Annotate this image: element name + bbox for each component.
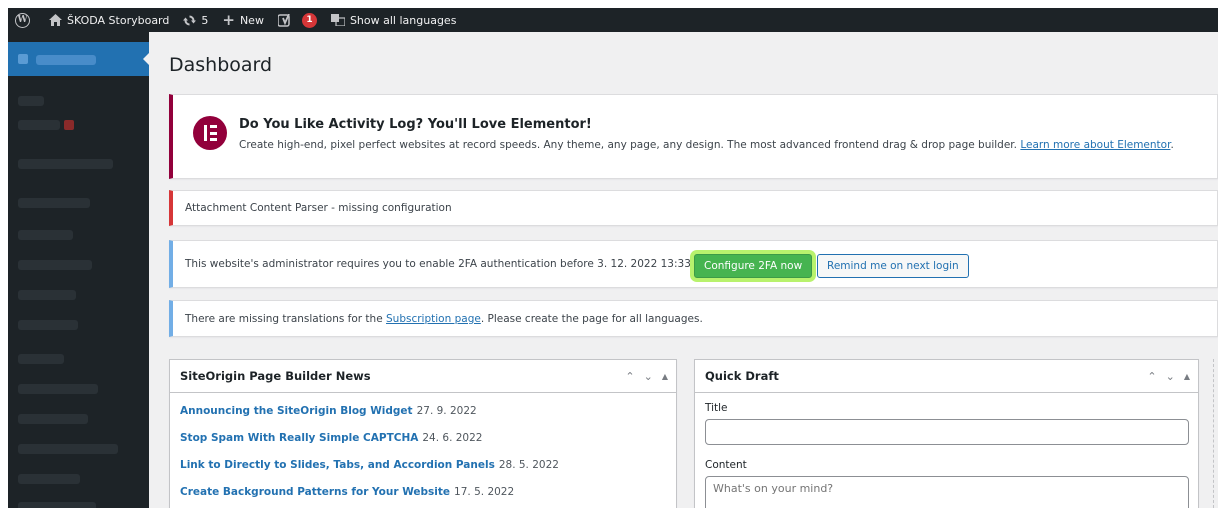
sidebar-item-9[interactable] [18,354,64,364]
move-up-icon[interactable]: ⌃ [625,370,634,383]
site-name: ŠKODA Storyboard [67,13,170,27]
news-item-link[interactable]: Link to Directly to Slides, Tabs, and Ac… [180,459,495,471]
admin-bar: W ŠKODA Storyboard 5 + New 1 Show all la… [8,8,1218,32]
draft-title-input[interactable] [705,419,1189,445]
draft-title-label: Title [705,402,728,414]
subscription-page-link[interactable]: Subscription page [386,313,481,325]
widget-header: SiteOrigin Page Builder News ⌃ ⌄ ▲ [170,360,676,393]
news-item: Announcing the SiteOrigin Blog Widget 27.… [180,405,477,417]
move-down-icon[interactable]: ⌄ [644,370,653,383]
site-name-link[interactable]: ŠKODA Storyboard [42,8,176,32]
sidebar-item-12[interactable] [18,444,118,454]
sortable-column-edge [1213,359,1214,508]
browser-viewport: W ŠKODA Storyboard 5 + New 1 Show all la… [8,8,1218,508]
admin-sidebar [8,32,150,508]
elementor-notice-body: Create high-end, pixel perfect websites … [239,139,1017,151]
sidebar-item-6[interactable] [18,260,92,270]
elementor-logo-icon [193,116,227,150]
yoast-notification-badge: 1 [301,12,317,28]
quick-draft-widget: Quick Draft ⌃ ⌄ ▲ Title Content [694,359,1199,508]
yoast-seo-menu[interactable]: 1 [271,8,324,32]
news-item-date: 27. 9. 2022 [416,405,477,417]
sidebar-item-8[interactable] [18,320,78,330]
sidebar-item-13[interactable] [18,474,80,484]
draft-content-textarea[interactable] [705,476,1189,508]
news-item: Link to Directly to Slides, Tabs, and Ac… [180,459,559,471]
news-item-link[interactable]: Create Background Patterns for Your Webs… [180,486,450,498]
translations-text-after: . Please create the page for all languag… [480,312,703,325]
toggle-panel-icon[interactable]: ▲ [662,372,668,381]
update-badge-icon [64,120,74,130]
news-item-date: 17. 5. 2022 [454,486,515,498]
news-item-link[interactable]: Announcing the SiteOrigin Blog Widget [180,405,413,417]
news-item-link[interactable]: Stop Spam With Really Simple CAPTCHA [180,432,418,444]
sidebar-item-11[interactable] [18,414,88,424]
parser-config-notice: Attachment Content Parser - missing conf… [169,190,1218,226]
sidebar-item-3[interactable] [18,159,113,169]
new-content-link[interactable]: + New [215,8,271,32]
sidebar-item-10[interactable] [18,384,98,394]
elementor-promo-notice: Do You Like Activity Log? You'll Love El… [169,94,1218,179]
elementor-notice-text: Create high-end, pixel perfect websites … [239,139,1174,151]
configure-2fa-button[interactable]: Configure 2FA now [694,254,813,278]
sidebar-submenu-1[interactable] [18,96,44,106]
sidebar-item-4[interactable] [18,198,90,208]
updates-link[interactable]: 5 [176,8,215,32]
draft-content-label: Content [705,459,747,471]
move-up-icon[interactable]: ⌃ [1147,370,1156,383]
news-item-date: 28. 5. 2022 [498,459,559,471]
widget-title: SiteOrigin Page Builder News [180,369,371,383]
main-content: Dashboard Do You Like Activity Log? You'… [149,32,1218,508]
translations-notice-text: There are missing translations for the S… [185,301,703,336]
widget-title: Quick Draft [705,369,779,383]
sidebar-item-dashboard[interactable] [8,42,150,76]
plus-icon: + [222,11,235,29]
sidebar-item-placeholder [36,55,96,65]
refresh-icon [183,14,197,27]
home-icon [49,14,62,26]
sidebar-submenu-2[interactable] [18,120,60,130]
wordpress-menu[interactable]: W [8,8,42,32]
sidebar-item-5[interactable] [18,230,73,240]
news-item: Stop Spam With Really Simple CAPTCHA 24. … [180,432,482,444]
show-all-languages-menu[interactable]: Show all languages [324,8,463,32]
updates-count: 5 [201,13,209,27]
widget-controls: ⌃ ⌄ ▲ [1147,360,1190,393]
news-item: Create Background Patterns for Your Webs… [180,486,514,498]
dashboard-icon [18,54,28,64]
widget-header: Quick Draft ⌃ ⌄ ▲ [695,360,1198,393]
widget-controls: ⌃ ⌄ ▲ [625,360,668,393]
siteorigin-news-widget: SiteOrigin Page Builder News ⌃ ⌄ ▲ Annou… [169,359,677,508]
news-item-date: 24. 6. 2022 [422,432,483,444]
twofa-notice: This website's administrator requires yo… [169,240,1218,288]
languages-label: Show all languages [349,13,457,27]
parser-notice-text: Attachment Content Parser - missing conf… [185,202,452,214]
new-label: New [239,13,264,27]
sidebar-item-14[interactable] [18,502,96,508]
yoast-icon [277,13,293,27]
translations-text-before: There are missing translations for the [185,312,383,325]
elementor-notice-title: Do You Like Activity Log? You'll Love El… [239,117,592,132]
page-title: Dashboard [169,54,273,76]
twofa-notice-text: This website's administrator requires yo… [185,258,691,270]
learn-more-elementor-link[interactable]: Learn more about Elementor [1020,139,1170,151]
remind-next-login-button[interactable]: Remind me on next login [817,254,969,278]
toggle-panel-icon[interactable]: ▲ [1184,372,1190,381]
sidebar-item-7[interactable] [18,290,76,300]
missing-translations-notice: There are missing translations for the S… [169,300,1218,337]
translate-icon [330,14,345,26]
wordpress-logo-icon: W [15,12,30,28]
move-down-icon[interactable]: ⌄ [1166,370,1175,383]
